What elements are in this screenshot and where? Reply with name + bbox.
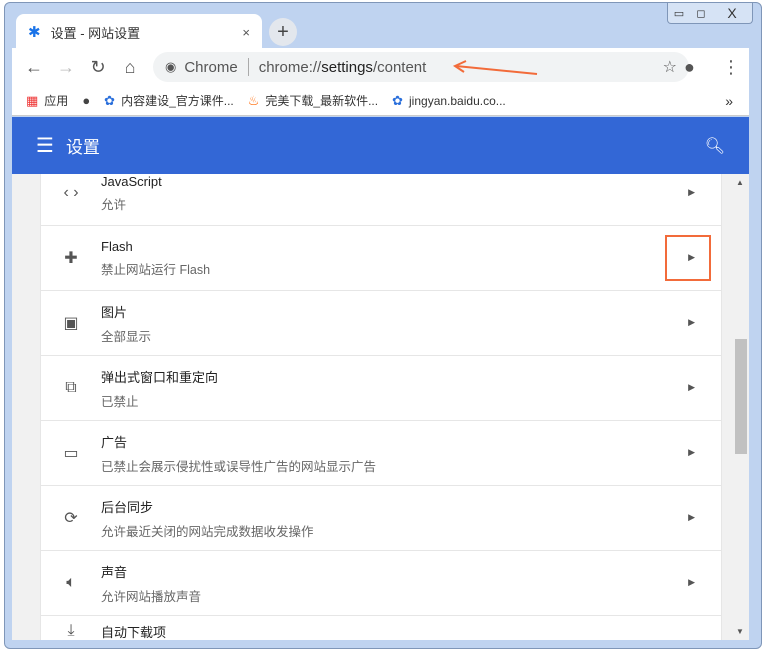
code-icon: ‹ › (63, 184, 79, 201)
account-icon[interactable]: ● (684, 48, 695, 86)
hamburger-menu-icon[interactable]: ☰ (36, 133, 54, 158)
row-javascript[interactable]: ‹ › JavaScript 允许 ▶ (41, 174, 721, 226)
bookmark-item[interactable]: ♨ 完美下载_最新软件... (248, 92, 378, 109)
address-bar[interactable]: ◉ Chrome chrome://settings/content ☆ (153, 52, 689, 82)
flame-icon: ♨ (247, 92, 260, 108)
scrollbar[interactable]: ▲ ▼ (733, 174, 749, 640)
origin-label: Chrome (184, 58, 238, 76)
baidu-paw-icon: ✿ (392, 92, 404, 108)
chevron-right-icon[interactable]: ▶ (688, 317, 695, 328)
highlight-box (665, 235, 711, 281)
image-icon: ▣ (63, 315, 79, 332)
volume-icon: 🔈︎ (66, 574, 76, 591)
bookmarks-bar: ▦ 应用 ● ✿ 内容建设_官方课件... ♨ 完美下载_最新软件... ✿ jingy… (12, 86, 749, 116)
minimize-button[interactable]: ▭ (668, 3, 690, 23)
star-icon[interactable]: ☆ (663, 57, 677, 77)
bookmarks-more-button[interactable]: » (725, 93, 733, 109)
scroll-up-icon[interactable]: ▲ (736, 178, 744, 187)
globe-icon: ● (82, 93, 91, 108)
chevron-right-icon[interactable]: ▶ (688, 187, 695, 198)
row-ads[interactable]: ▭ 广告 已禁止会展示侵扰性或误导性广告的网站显示广告 ▶ (41, 421, 721, 486)
tab-settings[interactable]: ✱ 设置 - 网站设置 × (16, 14, 262, 50)
toolbar: ← → ↻ ⌂ ◉ Chrome chrome://settings/conte… (12, 48, 749, 86)
back-icon[interactable]: ← (18, 57, 50, 78)
new-tab-button[interactable]: + (269, 18, 297, 46)
maximize-button[interactable]: ◻ (690, 3, 712, 23)
chevron-right-icon[interactable]: ▶ (688, 382, 695, 393)
row-images[interactable]: ▣ 图片 全部显示 ▶ (41, 291, 721, 356)
row-auto-downloads[interactable]: ⤓ 自动下载项 (41, 616, 721, 640)
chrome-icon: ◉ (165, 59, 177, 74)
scroll-down-icon[interactable]: ▼ (736, 627, 744, 636)
gear-icon: ✱ (28, 24, 41, 41)
tab-close-button[interactable]: × (242, 25, 250, 40)
home-icon[interactable]: ⌂ (114, 57, 146, 78)
bookmark-globe[interactable]: ● (82, 93, 90, 108)
open-in-new-icon: ⧉ (65, 379, 77, 396)
bookmark-item[interactable]: ✿ jingyan.baidu.co... (392, 93, 506, 109)
sync-icon: ⟳ (64, 510, 78, 527)
settings-header: ☰ 设置 🔍︎ (12, 117, 749, 174)
row-flash[interactable]: ✚ Flash 禁止网站运行 Flash ▶ (41, 226, 721, 291)
download-icon: ⤓ (67, 622, 75, 639)
reload-icon[interactable]: ↻ (82, 57, 114, 78)
chevron-right-icon[interactable]: ▶ (688, 577, 695, 588)
chevron-right-icon[interactable]: ▶ (688, 512, 695, 523)
baidu-paw-icon: ✿ (104, 92, 116, 108)
puzzle-icon: ✚ (64, 250, 78, 267)
close-window-button[interactable]: X (712, 3, 752, 23)
annotation-arrow (452, 60, 538, 75)
bookmark-apps[interactable]: ▦ 应用 (26, 92, 68, 109)
menu-dots-icon[interactable]: ⋮ (722, 48, 740, 86)
window-icon: ▭ (63, 445, 79, 462)
tab-title: 设置 - 网站设置 (50, 25, 141, 41)
chevron-right-icon[interactable]: ▶ (688, 447, 695, 458)
row-sound[interactable]: 🔈︎ 声音 允许网站播放声音 ▶ (41, 551, 721, 616)
apps-icon: ▦ (26, 92, 39, 108)
scrollbar-thumb[interactable] (735, 339, 747, 454)
settings-content: ‹ › JavaScript 允许 ▶ ✚ Flash 禁止网站运行 Flash ▶ ▣ 图片… (12, 174, 749, 640)
url-text: chrome://settings/content (258, 58, 427, 76)
window-controls: ▭ ◻ X (667, 3, 753, 24)
search-icon[interactable]: 🔍︎ (705, 136, 725, 156)
divider (247, 58, 249, 76)
page-title: 设置 (65, 138, 100, 157)
bookmark-item[interactable]: ✿ 内容建设_官方课件... (104, 92, 234, 109)
row-background-sync[interactable]: ⟳ 后台同步 允许最近关闭的网站完成数据收发操作 ▶ (41, 486, 721, 551)
site-settings-list: ‹ › JavaScript 允许 ▶ ✚ Flash 禁止网站运行 Flash ▶ ▣ 图片… (41, 174, 721, 640)
row-popups[interactable]: ⧉ 弹出式窗口和重定向 已禁止 ▶ (41, 356, 721, 421)
forward-icon[interactable]: → (50, 57, 82, 78)
